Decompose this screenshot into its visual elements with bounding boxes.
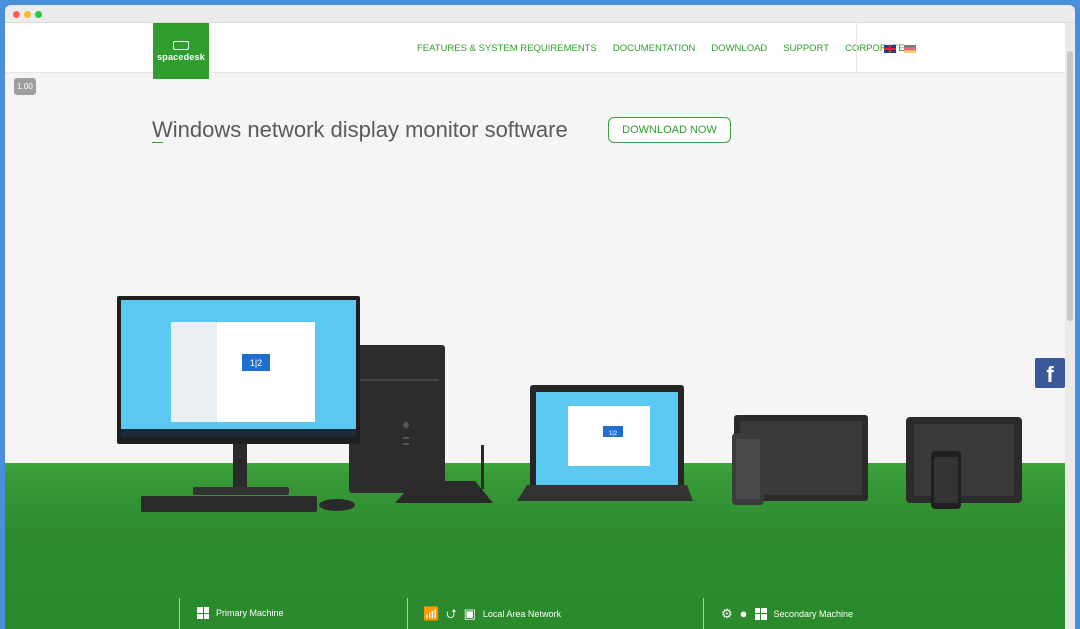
maximize-window-button[interactable] (35, 11, 42, 18)
device-scene-illustration: 1|2 1|2 (117, 296, 1022, 512)
android-icon: ⚙ (721, 606, 733, 621)
apple-icon: ● (739, 606, 748, 621)
logo-text: spacedesk (157, 51, 205, 62)
windows-icon (754, 607, 767, 620)
window-titlebar (5, 5, 1075, 23)
ipad (906, 417, 1022, 503)
nav-link-documentation[interactable]: DOCUMENTATION (613, 43, 696, 54)
nav-divider (856, 23, 857, 73)
usb-icon: ⮍ (446, 606, 457, 621)
monitor-logo-icon (173, 40, 189, 50)
close-window-button[interactable] (13, 11, 20, 18)
nav-link-support[interactable]: SUPPORT (783, 43, 829, 54)
mouse (319, 499, 355, 511)
site-navbar: spacedesk FEATURES & SYSTEM REQUIREMENTS… (5, 23, 1065, 79)
android-phone (732, 433, 764, 505)
lan-icon: ▣ (463, 606, 476, 621)
connection-legend: Primary Machine 📶 ⮍ ▣ Local Area Network… (5, 598, 1065, 629)
pc-tower (349, 345, 445, 493)
wifi-icon: 📶 (423, 606, 440, 621)
legend-secondary-label: Secondary Machine (773, 608, 854, 619)
page-headline: Windows network display monitor software (152, 117, 568, 142)
legend-divider (407, 598, 408, 629)
minimize-window-button[interactable] (24, 11, 31, 18)
german-flag-icon[interactable] (904, 45, 916, 53)
legend-divider (703, 598, 704, 629)
monitor-display-label: 1|2 (250, 358, 262, 368)
laptop-display-label: 1|2 (609, 431, 618, 437)
zoom-badge: 1.00 (14, 78, 36, 95)
legend-secondary: ⚙ ● Secondary Machine (721, 607, 853, 620)
spacedesk-logo[interactable]: spacedesk (153, 23, 209, 79)
legend-primary-label: Primary Machine (216, 608, 284, 618)
keyboard (141, 496, 317, 512)
legend-primary: Primary Machine (197, 607, 284, 619)
nav-menu: FEATURES & SYSTEM REQUIREMENTS DOCUMENTA… (417, 43, 905, 54)
nav-link-download[interactable]: DOWNLOAD (711, 43, 767, 54)
facebook-icon[interactable]: f (1035, 358, 1065, 388)
laptop: 1|2 (517, 385, 693, 501)
headline-accent (152, 142, 163, 143)
windows-icon (197, 607, 209, 619)
browser-window: 1|2 1|2 spacedesk FEATURES & SYSTEM REQU… (5, 5, 1075, 629)
legend-divider (179, 598, 180, 629)
iphone (931, 451, 961, 509)
nav-link-features[interactable]: FEATURES & SYSTEM REQUIREMENTS (417, 43, 597, 54)
legend-network-label: Local Area Network (482, 608, 561, 619)
download-now-button[interactable]: DOWNLOAD NOW (608, 117, 731, 143)
primary-monitor: 1|2 (117, 296, 360, 495)
uk-flag-icon[interactable] (884, 45, 896, 53)
page-viewport: 1|2 1|2 spacedesk FEATURES & SYSTEM REQU… (5, 23, 1065, 629)
scrollbar-thumb[interactable] (1067, 51, 1073, 321)
page-scrollbar[interactable] (1065, 23, 1075, 629)
legend-network: 📶 ⮍ ▣ Local Area Network (423, 607, 561, 620)
